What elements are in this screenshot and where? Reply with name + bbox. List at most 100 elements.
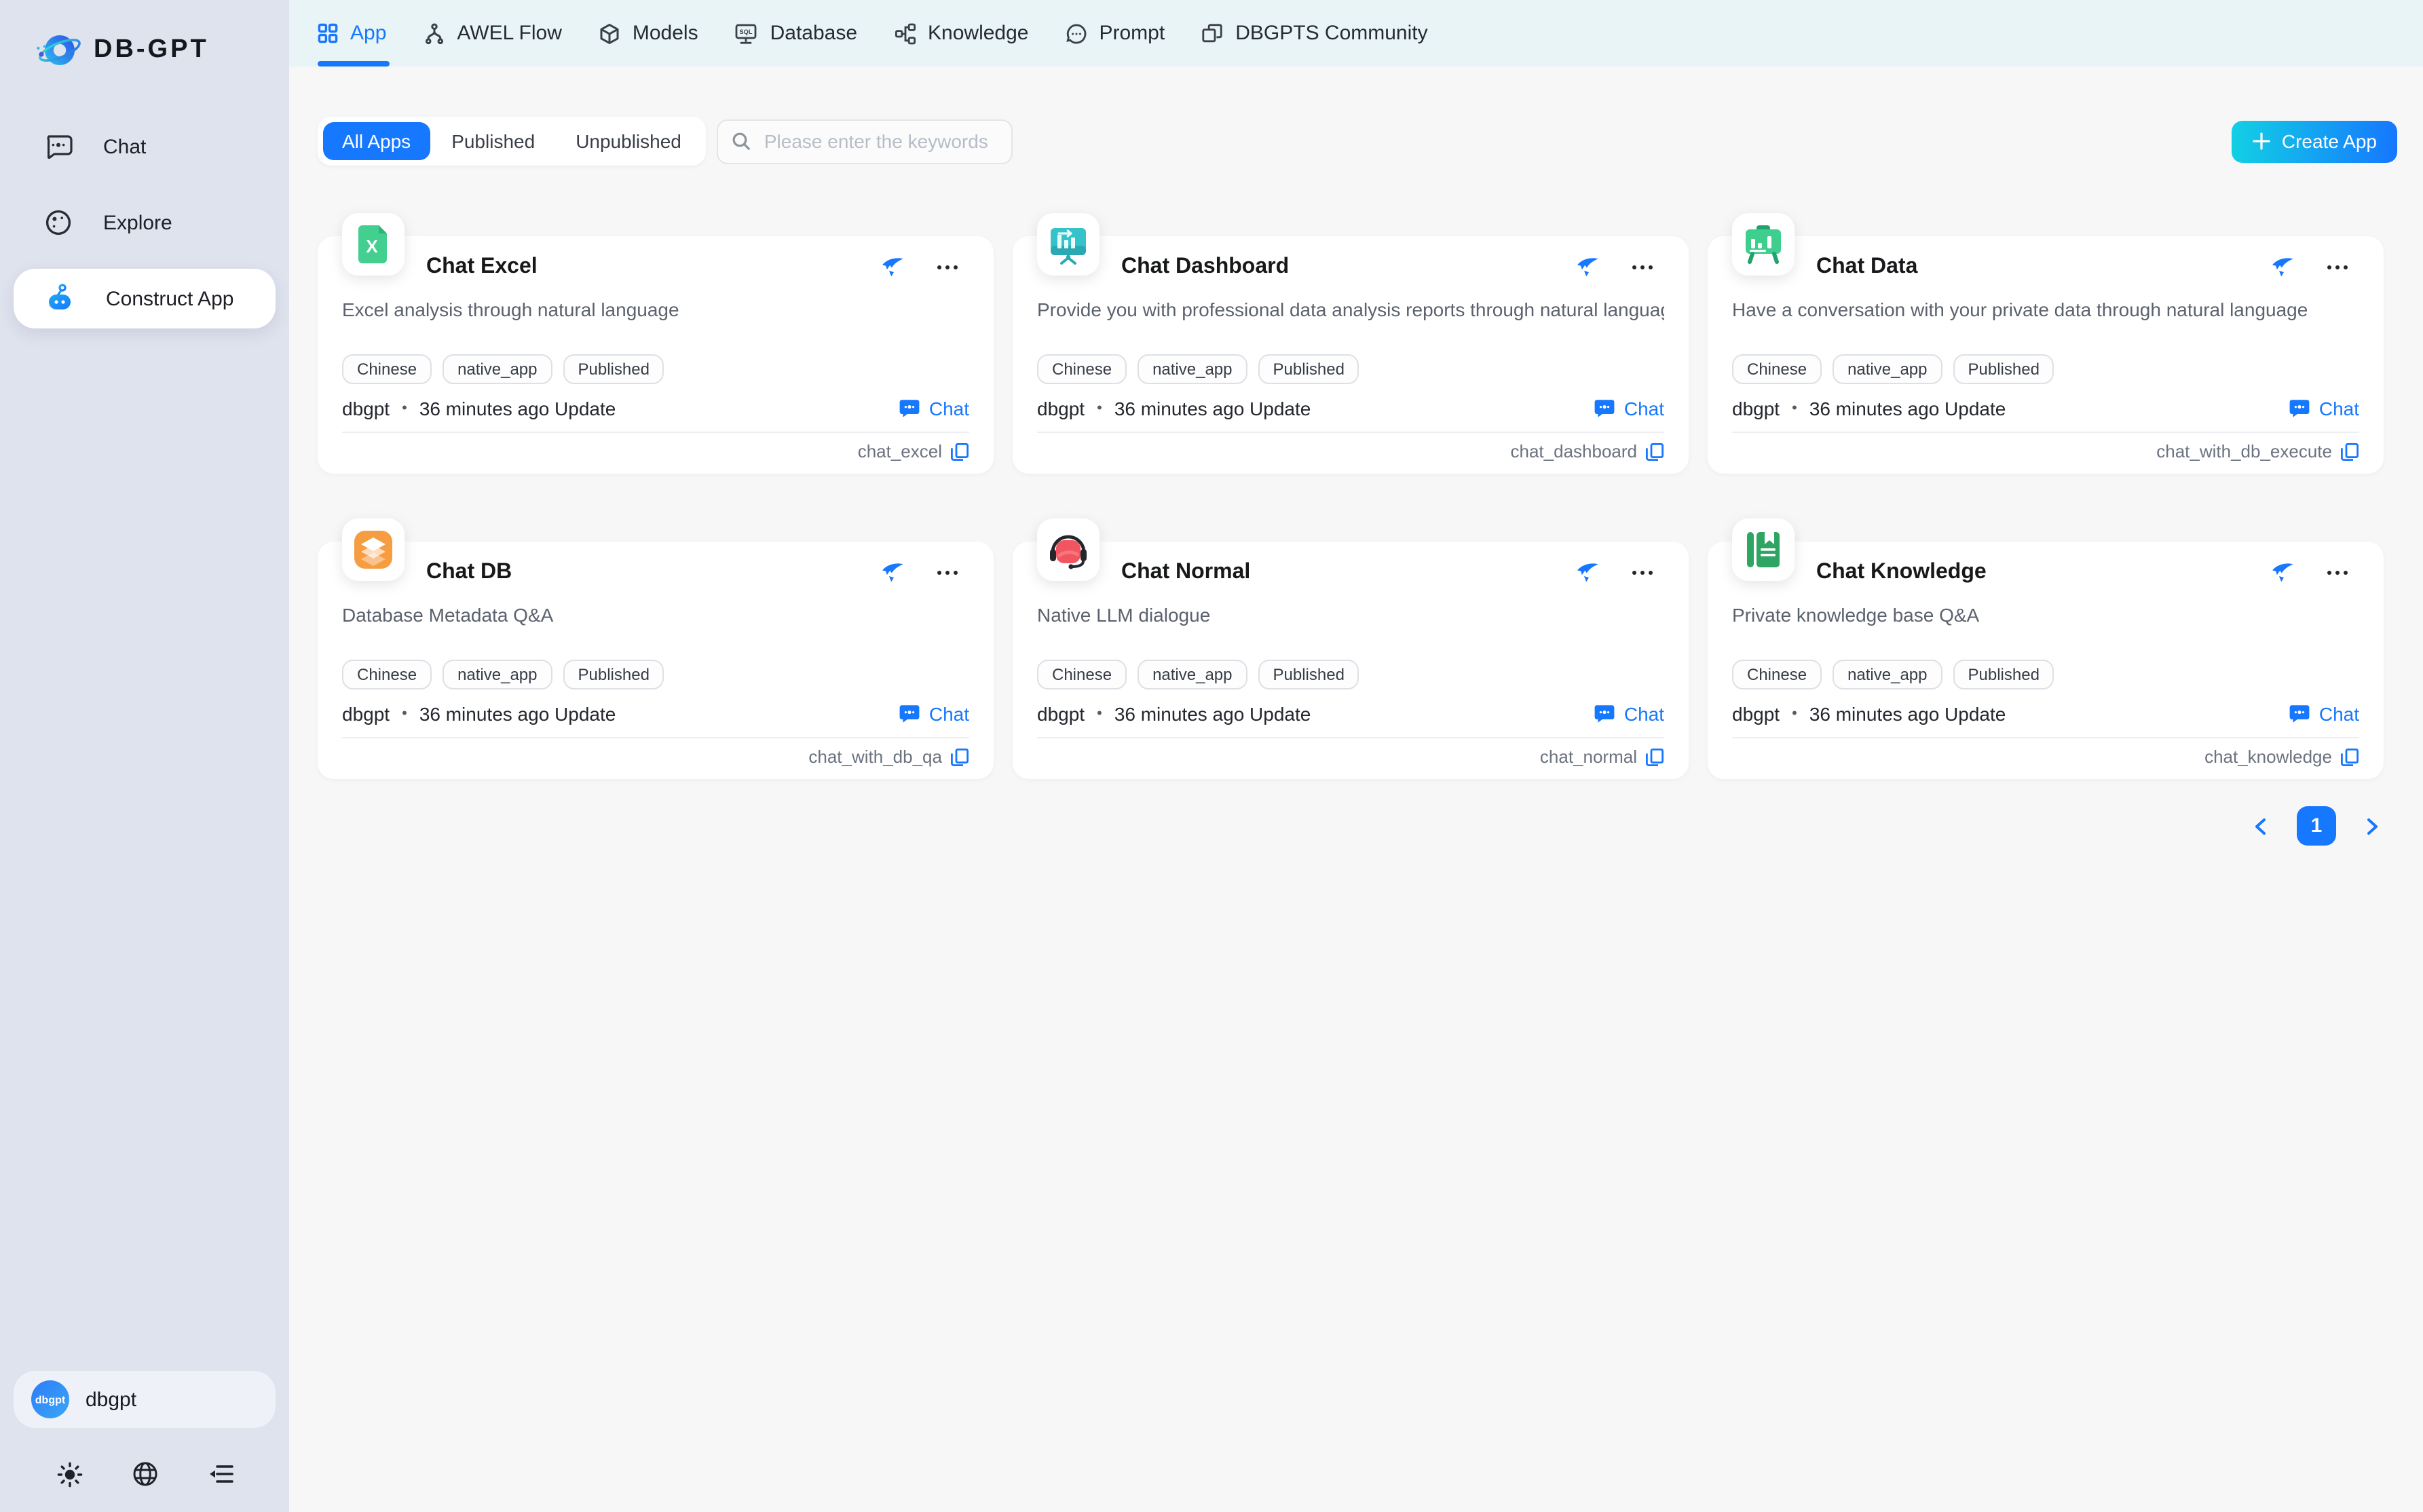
more-menu-icon[interactable] bbox=[937, 265, 958, 270]
sidebar-item-construct-app[interactable]: Construct App bbox=[14, 269, 276, 328]
dot-separator: • bbox=[1097, 706, 1102, 722]
tag-list: Chinese native_app Published bbox=[1037, 354, 1664, 384]
hierarchy-icon bbox=[894, 22, 916, 44]
owner: dbgpt bbox=[1732, 398, 1780, 419]
tag: Published bbox=[1258, 354, 1359, 384]
tab-label: DBGPTS Community bbox=[1235, 22, 1427, 45]
copy-icon[interactable] bbox=[2340, 747, 2359, 766]
explore-planet-icon bbox=[43, 208, 73, 238]
filter-published[interactable]: Published bbox=[432, 122, 554, 160]
tag: Chinese bbox=[342, 660, 432, 689]
scene-name: chat_dashboard bbox=[1511, 441, 1638, 461]
app-card-chat-knowledge[interactable]: Chat Knowledge Private knowledge base Q&… bbox=[1708, 542, 2384, 779]
share-wing-icon[interactable] bbox=[881, 256, 904, 279]
search-input[interactable] bbox=[762, 129, 998, 153]
copy-icon[interactable] bbox=[2340, 442, 2359, 461]
meta-row: dbgpt • 36 minutes ago Update Chat bbox=[342, 395, 969, 422]
share-wing-icon[interactable] bbox=[2271, 561, 2294, 584]
package-cube-icon bbox=[599, 22, 620, 44]
tab-app[interactable]: App bbox=[318, 0, 386, 67]
app-title: Chat Normal bbox=[1121, 561, 1250, 585]
copy-icon[interactable] bbox=[950, 442, 969, 461]
more-menu-icon[interactable] bbox=[1632, 570, 1653, 575]
chat-button-label: Chat bbox=[929, 703, 969, 725]
toolbar: All Apps Published Unpublished bbox=[318, 117, 2397, 166]
meta-row: dbgpt • 36 minutes ago Update Chat bbox=[1732, 395, 2359, 422]
tab-models[interactable]: Models bbox=[599, 0, 698, 67]
sidebar-item-explore[interactable]: Explore bbox=[14, 193, 276, 252]
chat-button[interactable]: Chat bbox=[899, 398, 969, 419]
owner: dbgpt bbox=[1037, 703, 1085, 725]
robot-icon bbox=[43, 282, 76, 315]
planet-logo-icon bbox=[33, 24, 84, 76]
app-title: Chat Data bbox=[1816, 255, 1917, 280]
dot-separator: • bbox=[1097, 400, 1102, 417]
app-card-chat-db[interactable]: Chat DB Database Metadata Q&A Chines bbox=[318, 542, 994, 779]
scene-name: chat_knowledge bbox=[2204, 746, 2332, 767]
chat-button[interactable]: Chat bbox=[2289, 703, 2359, 725]
tag: native_app bbox=[1138, 660, 1247, 689]
share-wing-icon[interactable] bbox=[1576, 256, 1599, 279]
more-menu-icon[interactable] bbox=[1632, 265, 1653, 270]
copy-icon[interactable] bbox=[950, 747, 969, 766]
page-number[interactable]: 1 bbox=[2297, 806, 2336, 846]
card-footer: chat_knowledge bbox=[1732, 738, 2359, 767]
next-page-icon[interactable] bbox=[2365, 816, 2381, 835]
normal-app-icon bbox=[1037, 518, 1100, 581]
svg-text:X: X bbox=[366, 236, 378, 257]
theme-sun-icon[interactable] bbox=[57, 1461, 83, 1487]
share-wing-icon[interactable] bbox=[881, 561, 904, 584]
prev-page-icon[interactable] bbox=[2252, 816, 2268, 835]
sidebar: DB-GPT Chat bbox=[0, 0, 289, 1512]
chat-button[interactable]: Chat bbox=[1594, 703, 1664, 725]
card-footer: chat_with_db_qa bbox=[342, 738, 969, 767]
sidebar-item-chat[interactable]: Chat bbox=[14, 117, 276, 176]
create-app-label: Create App bbox=[2282, 130, 2377, 152]
app-card-chat-dashboard[interactable]: Chat Dashboard Provide you with professi… bbox=[1013, 236, 1689, 474]
app-card-chat-data[interactable]: Chat Data Have a conversation with your … bbox=[1708, 236, 2384, 474]
app-card-chat-normal[interactable]: Chat Normal Native LLM dialogue Chin bbox=[1013, 542, 1689, 779]
create-app-button[interactable]: Create App bbox=[2232, 120, 2397, 162]
updated-time: 36 minutes ago Update bbox=[419, 703, 616, 725]
tab-database[interactable]: SQL Database bbox=[735, 0, 857, 67]
tag-list: Chinese native_app Published bbox=[342, 660, 969, 689]
tab-awel-flow[interactable]: AWEL Flow bbox=[423, 0, 561, 67]
app-description: Native LLM dialogue bbox=[1037, 604, 1664, 627]
excel-app-icon: X bbox=[342, 213, 405, 276]
main-area: App AWEL Flow bbox=[289, 0, 2423, 1512]
language-globe-icon[interactable] bbox=[132, 1460, 159, 1488]
tab-dbgpts-community[interactable]: DBGPTS Community bbox=[1201, 0, 1427, 67]
chat-button[interactable]: Chat bbox=[2289, 398, 2359, 419]
copy-icon[interactable] bbox=[1645, 747, 1664, 766]
chat-button[interactable]: Chat bbox=[899, 703, 969, 725]
card-footer: chat_normal bbox=[1037, 738, 1664, 767]
app-description: Excel analysis through natural language bbox=[342, 299, 969, 322]
avatar: dbgpt bbox=[31, 1380, 69, 1418]
copy-icon[interactable] bbox=[1645, 442, 1664, 461]
dot-separator: • bbox=[402, 400, 407, 417]
more-menu-icon[interactable] bbox=[937, 570, 958, 575]
brand-name: DB-GPT bbox=[94, 35, 209, 65]
filter-all-apps[interactable]: All Apps bbox=[323, 122, 430, 160]
filter-unpublished[interactable]: Unpublished bbox=[557, 122, 700, 160]
owner: dbgpt bbox=[342, 703, 390, 725]
user-profile[interactable]: dbgpt dbgpt bbox=[14, 1371, 276, 1428]
more-menu-icon[interactable] bbox=[2327, 570, 2348, 575]
share-wing-icon[interactable] bbox=[1576, 561, 1599, 584]
app-description: Have a conversation with your private da… bbox=[1732, 299, 2359, 322]
data-app-icon bbox=[1732, 213, 1795, 276]
tab-prompt[interactable]: Prompt bbox=[1066, 0, 1165, 67]
chat-button[interactable]: Chat bbox=[1594, 398, 1664, 419]
app-card-chat-excel[interactable]: X Chat Excel bbox=[318, 236, 994, 474]
search-box bbox=[717, 119, 1013, 164]
prompt-bubble-icon bbox=[1066, 22, 1087, 44]
tag-list: Chinese native_app Published bbox=[342, 354, 969, 384]
dot-separator: • bbox=[1792, 400, 1797, 417]
app-title: Chat DB bbox=[426, 561, 512, 585]
tab-knowledge[interactable]: Knowledge bbox=[894, 0, 1028, 67]
tag-list: Chinese native_app Published bbox=[1732, 660, 2359, 689]
more-menu-icon[interactable] bbox=[2327, 265, 2348, 270]
tag: Chinese bbox=[1732, 660, 1822, 689]
share-wing-icon[interactable] bbox=[2271, 256, 2294, 279]
collapse-sidebar-icon[interactable] bbox=[208, 1460, 235, 1488]
